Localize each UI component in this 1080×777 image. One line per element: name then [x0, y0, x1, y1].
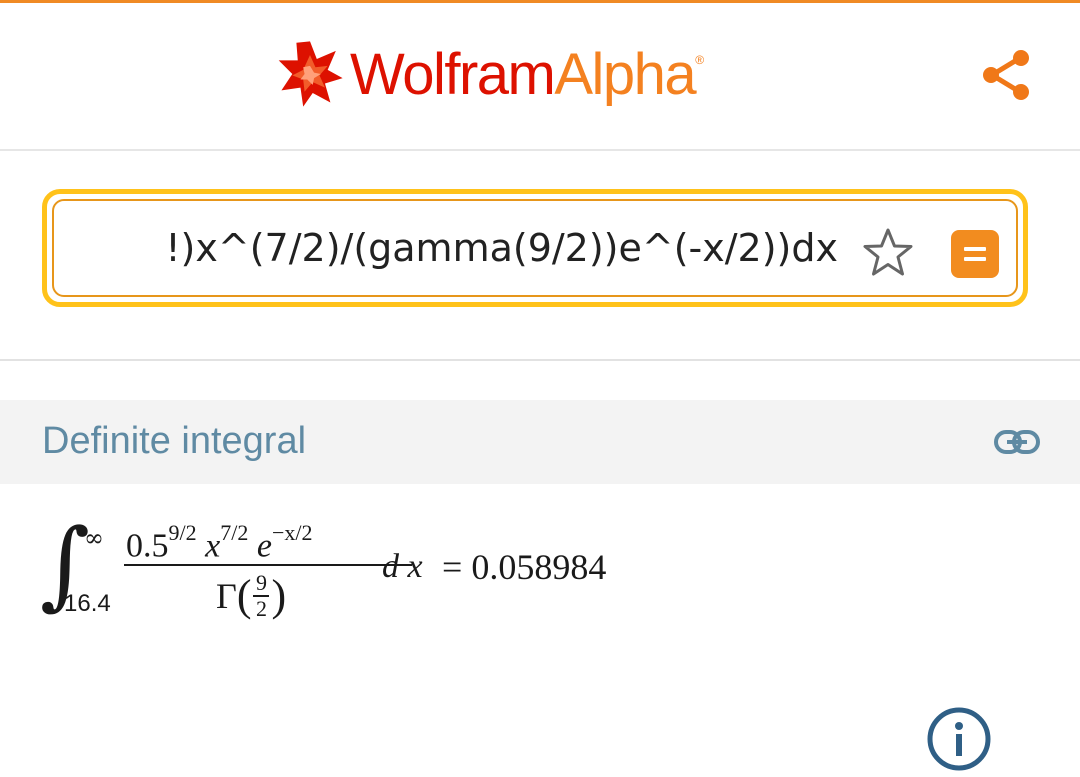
integrand-denominator: Γ ( 9 2 ) [216, 572, 286, 620]
share-button[interactable] [976, 45, 1036, 105]
info-button[interactable] [926, 706, 992, 772]
numerator-variable-exponent: 7/2 [220, 520, 249, 545]
numerator-variable: x [205, 527, 221, 565]
fraction-line [124, 564, 412, 566]
gamma-symbol: Γ [216, 575, 237, 616]
pod-header-definite-integral: Definite integral [0, 400, 1080, 484]
logo-text-alpha: Alpha [554, 41, 696, 107]
equals-sign: = [442, 547, 463, 587]
differential: d x [382, 548, 423, 585]
gamma-argument-numerator: 9 [255, 570, 267, 595]
search-box-inner: !)x^(7/2)/(gamma(9/2))e^(-x/2))dx [52, 199, 1018, 297]
integrand-numerator: 0.59/2 x7/2 e−x/2 [126, 520, 312, 565]
pod-title: Definite integral [42, 420, 307, 462]
wolframalpha-logo[interactable]: Wolfram Alpha ® [276, 39, 704, 109]
equals-icon [964, 247, 986, 261]
logo-text-wolfram: Wolfram [350, 41, 556, 107]
share-icon [983, 50, 1029, 100]
wolfram-star-icon [278, 41, 343, 107]
search-box: !)x^(7/2)/(gamma(9/2))e^(-x/2))dx [42, 189, 1028, 307]
numerator-base-exponent: 9/2 [168, 520, 197, 545]
search-input[interactable]: !)x^(7/2)/(gamma(9/2))e^(-x/2))dx [54, 201, 838, 295]
link-icon [994, 430, 1040, 454]
integral-lower-limit: 16.4 [64, 590, 111, 617]
gamma-argument-denominator: 2 [255, 595, 267, 621]
numerator-e-exponent: −x/2 [271, 520, 313, 545]
integral-upper-limit: ∞ [84, 524, 104, 552]
search-section: !)x^(7/2)/(gamma(9/2))e^(-x/2))dx [0, 151, 1080, 361]
numerator-e: e [256, 527, 272, 565]
result-expression: ∫ ∞ 16.4 0.59/2 x7/2 e−x/2 Γ ( 9 2 ) d x… [40, 510, 1040, 640]
app-header: Wolfram Alpha ® [0, 3, 1080, 151]
compute-button[interactable] [951, 230, 999, 278]
gamma-argument-fraction: 9 2 [253, 570, 270, 621]
permalink-button[interactable] [990, 422, 1044, 462]
numerator-base: 0.5 [126, 527, 169, 565]
logo-registered-mark: ® [695, 53, 705, 67]
left-paren: ( [236, 570, 252, 620]
result-value: 0.058984 [471, 547, 607, 587]
info-icon [927, 707, 991, 771]
search-query-text: !)x^(7/2)/(gamma(9/2))e^(-x/2))dx [165, 226, 838, 270]
right-paren: ) [271, 570, 287, 620]
favorite-button[interactable] [860, 225, 916, 281]
star-icon [863, 228, 913, 276]
result-value-line: = 0.058984 [442, 546, 606, 588]
